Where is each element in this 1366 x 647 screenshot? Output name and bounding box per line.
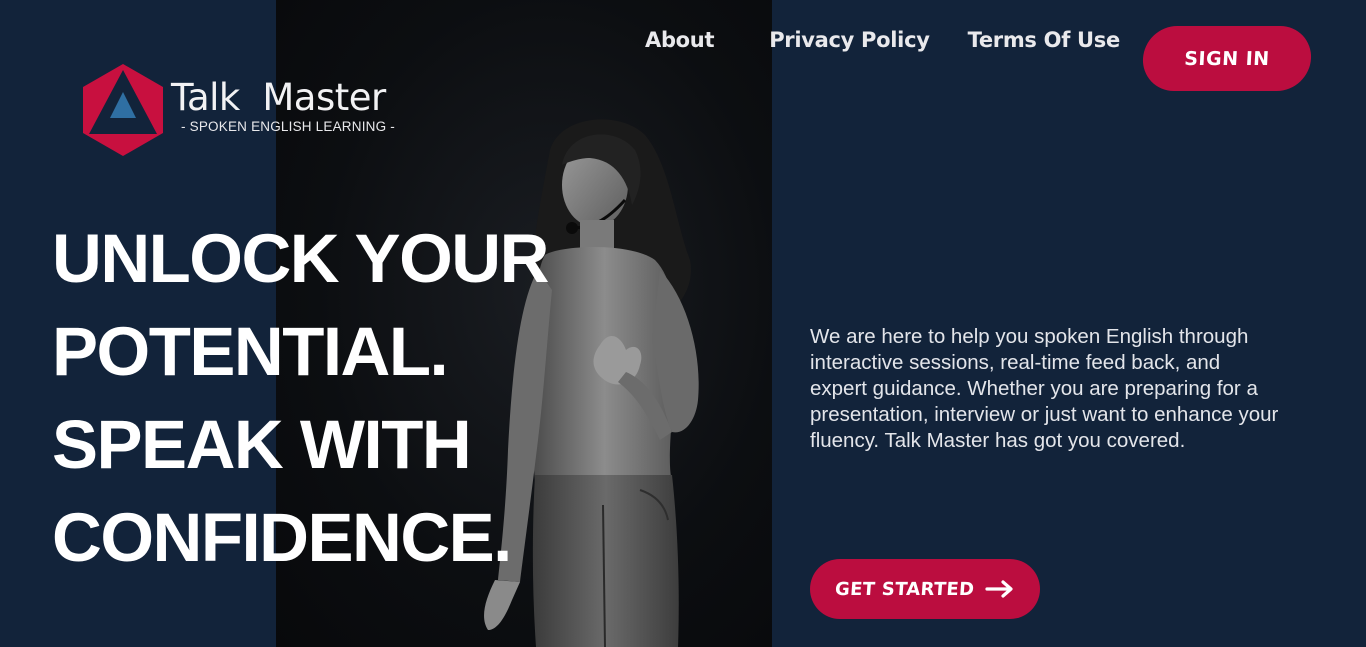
headline-line-1: UNLOCK YOUR [52, 220, 549, 297]
hero-description: We are here to help you spoken English t… [810, 325, 1279, 452]
get-started-button[interactable]: GET STARTED [810, 559, 1040, 619]
sign-in-button[interactable]: SIGN IN [1141, 26, 1313, 91]
headline-line-4: CONFIDENCE. [52, 499, 512, 576]
main-navigation: About Privacy Policy Terms Of Use [645, 28, 1120, 52]
brand-name: Talk Master [171, 76, 386, 119]
nav-link-privacy-policy[interactable]: Privacy Policy [769, 28, 930, 52]
get-started-label: GET STARTED [834, 578, 976, 600]
headline-line-2: POTENTIAL. [52, 313, 449, 390]
hero-headline: UNLOCK YOUR POTENTIAL. SPEAK WITH CONFID… [52, 212, 612, 584]
brand-tagline: - SPOKEN ENGLISH LEARNING - [181, 119, 395, 134]
nav-link-terms-of-use[interactable]: Terms Of Use [968, 28, 1121, 52]
nav-link-about[interactable]: About [645, 28, 715, 52]
arrow-right-icon [985, 580, 1013, 598]
brand-logo[interactable]: Talk Master - SPOKEN ENGLISH LEARNING - [83, 64, 395, 156]
headline-line-3: SPEAK WITH [52, 406, 472, 483]
triangle-logo-icon [83, 64, 163, 156]
